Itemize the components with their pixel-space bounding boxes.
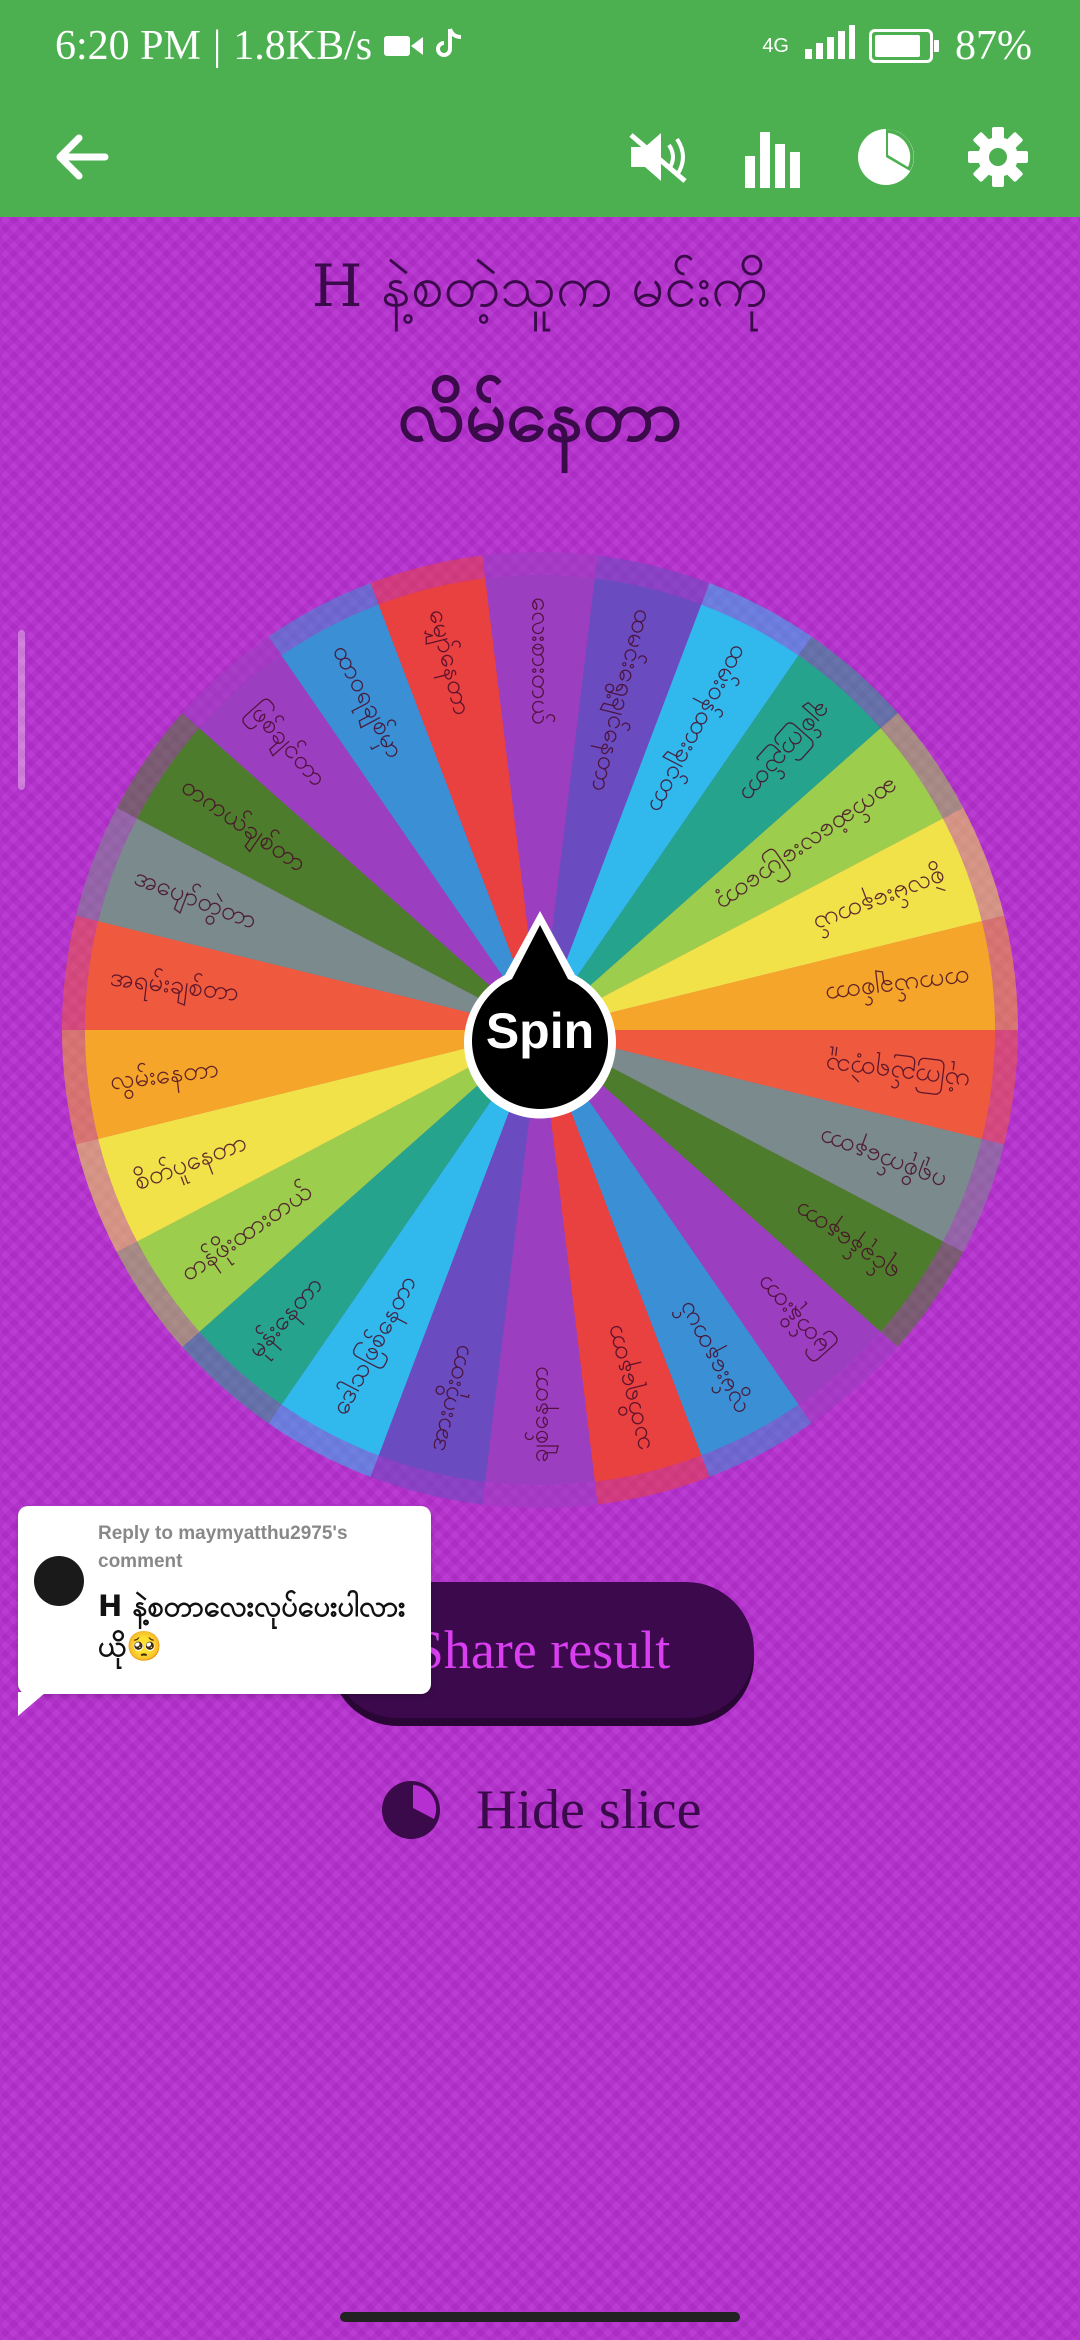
video-camera-icon [384, 22, 424, 70]
status-left: 6:20 PM | 1.8KB/s [55, 22, 464, 70]
slices-button[interactable] [846, 117, 926, 197]
mute-button[interactable] [620, 117, 700, 197]
question-line-1: H နဲ့စတဲ့သူက မင်းကို [311, 252, 769, 320]
reply-comment-card: Reply to maymyatthu2975's comment H နဲ့စ… [18, 1506, 431, 1716]
share-result-label: Share result [413, 1620, 671, 1680]
pie-chart-icon [382, 1781, 440, 1839]
battery-fill [875, 35, 921, 57]
status-divider: | [212, 23, 222, 69]
pie-chart-icon [858, 129, 914, 185]
wheel-slice-label: ချစ်နေတာ [524, 1366, 560, 1463]
spin-label: Spin [486, 1003, 594, 1059]
stats-button[interactable] [732, 117, 812, 197]
signal-icon [803, 22, 855, 70]
hide-slice-label: Hide slice [476, 1779, 702, 1841]
battery-percent: 87% [955, 23, 1032, 69]
gear-icon [968, 127, 1028, 187]
reply-text: H နဲ့စတာလေးလုပ်ပေးပါလား ယို🥺 [98, 1589, 406, 1663]
app-bar [0, 95, 1080, 217]
battery-icon [869, 29, 939, 63]
status-bar: 6:20 PM | 1.8KB/s 4G 87% [0, 0, 1080, 95]
speaker-muted-icon [629, 133, 687, 183]
wheel-slice-label: လေးစားတယ် [526, 597, 557, 725]
status-time: 6:20 PM [55, 23, 201, 69]
question-line-2: လိမ်နေတာ [397, 372, 683, 457]
reply-header: Reply to maymyatthu2975's comment [98, 1523, 348, 1572]
settings-button[interactable] [958, 117, 1038, 197]
edge-handle[interactable] [18, 630, 25, 790]
home-indicator[interactable] [340, 2312, 740, 2322]
top-bar: 6:20 PM | 1.8KB/s 4G 87% [0, 0, 1080, 217]
network-type: 4G [762, 34, 789, 57]
status-right: 4G 87% [762, 22, 1032, 70]
status-speed: 1.8KB/s [233, 23, 373, 69]
arrow-left-icon [56, 134, 109, 180]
spin-wheel[interactable]: လေးစားတယ် ထမင်းရွေ့ချင်နေတာထမ်းဝန်ထားချင်… [55, 545, 1025, 1515]
avatar [34, 1556, 84, 1606]
back-button[interactable] [42, 117, 122, 197]
hide-slice-button[interactable]: Hide slice [380, 1770, 701, 1850]
tiktok-icon [436, 22, 464, 70]
bar-chart-icon [745, 132, 800, 188]
